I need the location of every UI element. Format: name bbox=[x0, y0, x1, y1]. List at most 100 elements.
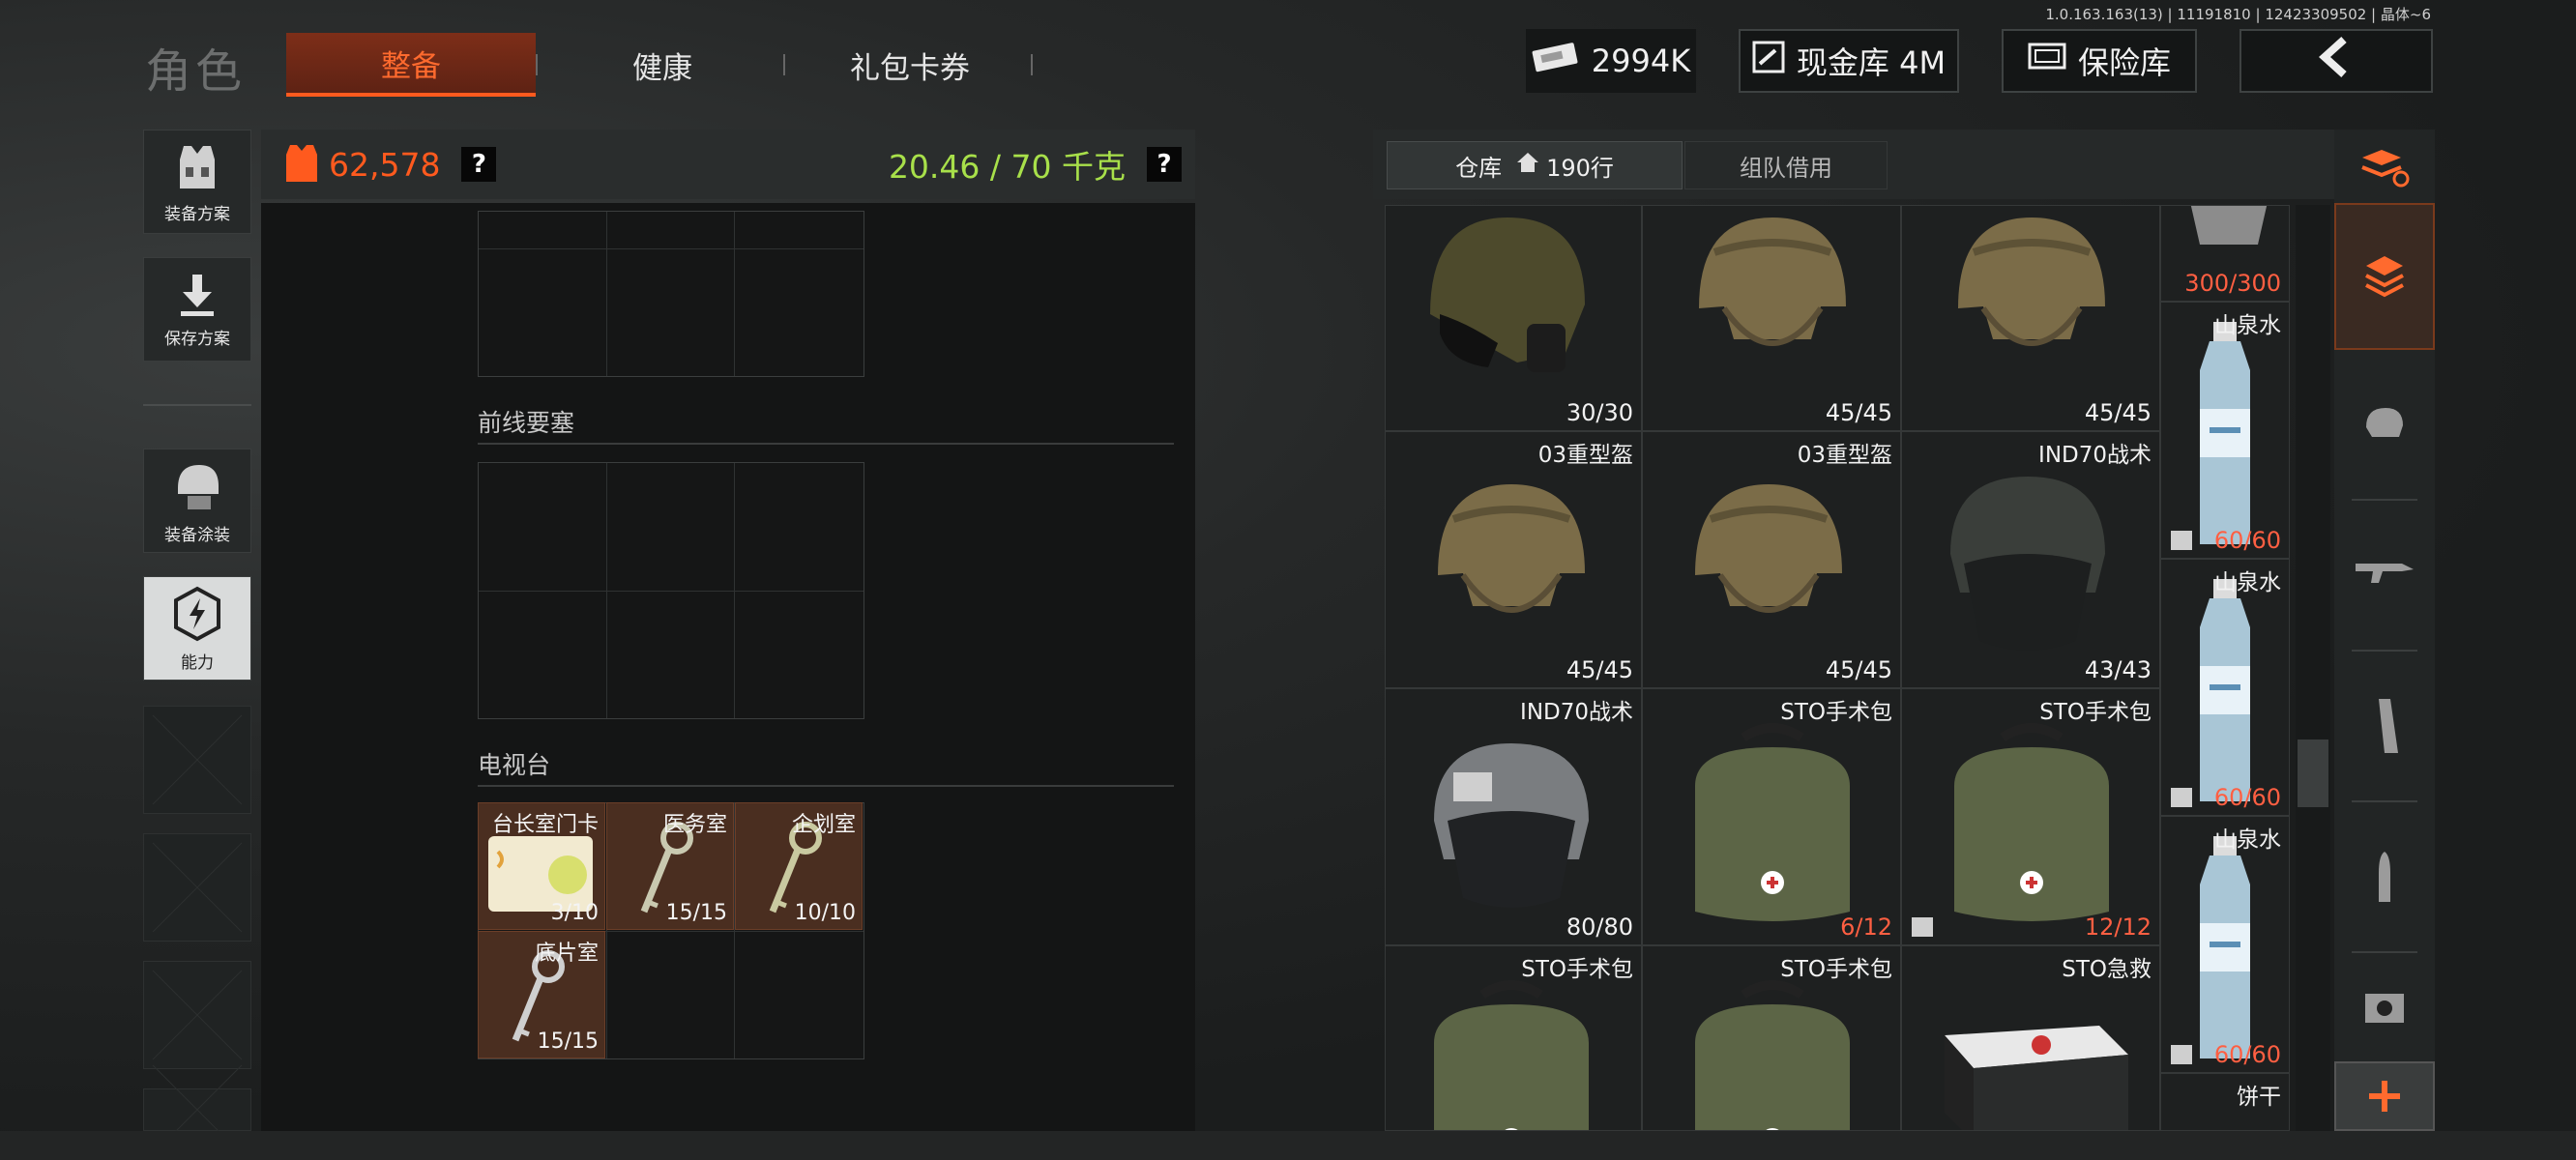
home-icon bbox=[1515, 151, 1540, 180]
tab-divider bbox=[783, 54, 785, 75]
medical-bag-icon bbox=[1695, 980, 1850, 1130]
stash-scroll-thumb[interactable] bbox=[2298, 740, 2328, 807]
item-name: STO手术包 bbox=[1780, 957, 1892, 982]
item-count: 12/12 bbox=[2084, 914, 2152, 941]
rail-empty-slot bbox=[143, 706, 251, 814]
stash-scrollbar[interactable] bbox=[2296, 205, 2330, 1131]
safe-icon bbox=[2028, 43, 2066, 79]
tab-gift-label: 礼包卡券 bbox=[850, 50, 970, 86]
category-all[interactable] bbox=[2334, 203, 2435, 350]
key-item[interactable]: 医务室 15/15 bbox=[606, 802, 734, 930]
tab-divider bbox=[536, 54, 538, 75]
item-cell[interactable]: STO手术包 12/12 bbox=[1901, 688, 2160, 945]
vest-icon bbox=[180, 145, 215, 188]
weight-help-icon[interactable]: ? bbox=[1147, 147, 1182, 182]
helmet-paint-icon bbox=[178, 464, 219, 509]
rail-ability[interactable]: 能力 bbox=[143, 576, 251, 681]
item-count: 80/80 bbox=[1566, 914, 1633, 941]
item-cell[interactable]: STO手术包 6/12 bbox=[1642, 688, 1901, 945]
tab-gift[interactable]: 礼包卡券 bbox=[789, 33, 1031, 97]
item-name: STO手术包 bbox=[2039, 700, 2152, 725]
back-button[interactable] bbox=[2239, 29, 2433, 93]
lightning-hex-icon bbox=[174, 586, 220, 641]
bullet-icon bbox=[2379, 852, 2390, 902]
key-count: 15/15 bbox=[537, 1030, 599, 1054]
rail-ability-label: 能力 bbox=[181, 652, 214, 673]
key-name: 底片室 bbox=[534, 942, 599, 966]
help-icon[interactable]: ? bbox=[461, 147, 497, 182]
item-cell[interactable]: 饼干 bbox=[2160, 1073, 2290, 1131]
insurance-button[interactable]: 保险库 bbox=[2002, 29, 2197, 93]
category-weapon[interactable] bbox=[2334, 503, 2435, 648]
item-cell[interactable]: STO手术包 bbox=[1385, 945, 1642, 1131]
category-divider bbox=[2352, 499, 2417, 501]
item-count: 6/12 bbox=[1840, 914, 1892, 941]
item-cell[interactable]: 山泉水 60/60 bbox=[2160, 302, 2290, 559]
value-icon bbox=[282, 141, 321, 188]
back-arrow-icon bbox=[2315, 36, 2357, 86]
item-cell[interactable]: IND70战术 43/43 bbox=[1901, 431, 2160, 688]
medical-bag-icon bbox=[1695, 723, 1850, 921]
rail-empty-slot bbox=[143, 961, 251, 1069]
item-name: IND70战术 bbox=[1520, 700, 1633, 725]
key-name: 医务室 bbox=[662, 813, 727, 837]
item-cell[interactable]: 45/45 bbox=[1901, 205, 2160, 431]
add-category-button[interactable] bbox=[2334, 1061, 2435, 1131]
tab-warehouse[interactable]: 仓库 190行 bbox=[1387, 141, 1683, 189]
tab-team-borrow-label: 组队借用 bbox=[1740, 154, 1832, 182]
tab-equip[interactable]: 整备 bbox=[286, 33, 536, 97]
item-name: 山泉水 bbox=[2214, 570, 2281, 595]
tab-divider bbox=[1031, 54, 1033, 75]
helmet-icon bbox=[1430, 218, 1585, 372]
item-cell[interactable]: 30/30 bbox=[1385, 205, 1642, 431]
rail-save-plan-label: 保存方案 bbox=[164, 329, 230, 349]
item-cell[interactable]: STO急救 bbox=[1901, 945, 2160, 1131]
item-count: 43/43 bbox=[2084, 656, 2152, 683]
item-cell[interactable]: 45/45 bbox=[1642, 205, 1901, 431]
tab-health[interactable]: 健康 bbox=[542, 33, 783, 97]
item-cell[interactable]: 03重型盔 45/45 bbox=[1385, 431, 1642, 688]
stash-summary-bar: 62,578 ? 20.46 / 70 千克 ? bbox=[261, 130, 1195, 199]
item-cell[interactable]: 山泉水 60/60 bbox=[2160, 816, 2290, 1073]
item-cell[interactable]: 300/300 bbox=[2160, 205, 2290, 302]
helmet-icon bbox=[1958, 218, 2105, 346]
item-name: STO手术包 bbox=[1521, 957, 1633, 982]
helmet-icon bbox=[2366, 408, 2403, 437]
key-item[interactable]: 企划室 10/10 bbox=[735, 802, 863, 930]
rail-empty-slot bbox=[143, 1088, 251, 1131]
tab-warehouse-label: 仓库 bbox=[1455, 154, 1503, 182]
money-display[interactable]: 2994K bbox=[1526, 29, 1696, 93]
magazine-icon bbox=[2379, 699, 2398, 753]
item-count: 60/60 bbox=[2213, 1041, 2281, 1068]
item-count: 60/60 bbox=[2213, 784, 2281, 811]
helmet-icon bbox=[1695, 484, 1842, 613]
category-stack-refresh[interactable] bbox=[2334, 130, 2435, 205]
item-count: 45/45 bbox=[1825, 656, 1892, 683]
item-cell[interactable]: 山泉水 60/60 bbox=[2160, 559, 2290, 816]
tab-team-borrow[interactable]: 组队借用 bbox=[1684, 141, 1888, 189]
category-helmet[interactable] bbox=[2334, 352, 2435, 497]
medical-bag-icon bbox=[1434, 980, 1589, 1130]
rail-paint[interactable]: 装备涂装 bbox=[143, 449, 251, 553]
item-name: 饼干 bbox=[2237, 1085, 2281, 1110]
section-title: 前线要塞 bbox=[478, 409, 575, 437]
item-count: 45/45 bbox=[1825, 399, 1892, 426]
rail-save-plan[interactable]: 保存方案 bbox=[143, 257, 251, 362]
key-item[interactable]: 台长室门卡 3/10 bbox=[478, 802, 605, 930]
misc-item-icon bbox=[2190, 206, 2268, 245]
package-icon bbox=[2171, 788, 2192, 807]
category-attachment[interactable] bbox=[2334, 955, 2435, 1061]
key-item[interactable]: 底片室 15/15 bbox=[478, 931, 605, 1058]
rail-equip-plan[interactable]: 装备方案 bbox=[143, 130, 251, 234]
package-icon bbox=[2171, 531, 2192, 550]
category-divider bbox=[2352, 951, 2417, 953]
item-cell[interactable]: IND70战术 80/80 bbox=[1385, 688, 1642, 945]
item-cell[interactable]: STO手术包 bbox=[1642, 945, 1901, 1131]
category-magazine[interactable] bbox=[2334, 653, 2435, 798]
cash-vault-button[interactable]: 现金库 4M bbox=[1739, 29, 1959, 93]
item-cell[interactable]: 03重型盔 45/45 bbox=[1642, 431, 1901, 688]
category-ammo[interactable] bbox=[2334, 804, 2435, 949]
tab-health-label: 健康 bbox=[632, 50, 692, 86]
item-name: 山泉水 bbox=[2214, 827, 2281, 853]
rail-empty-slot bbox=[143, 833, 251, 942]
